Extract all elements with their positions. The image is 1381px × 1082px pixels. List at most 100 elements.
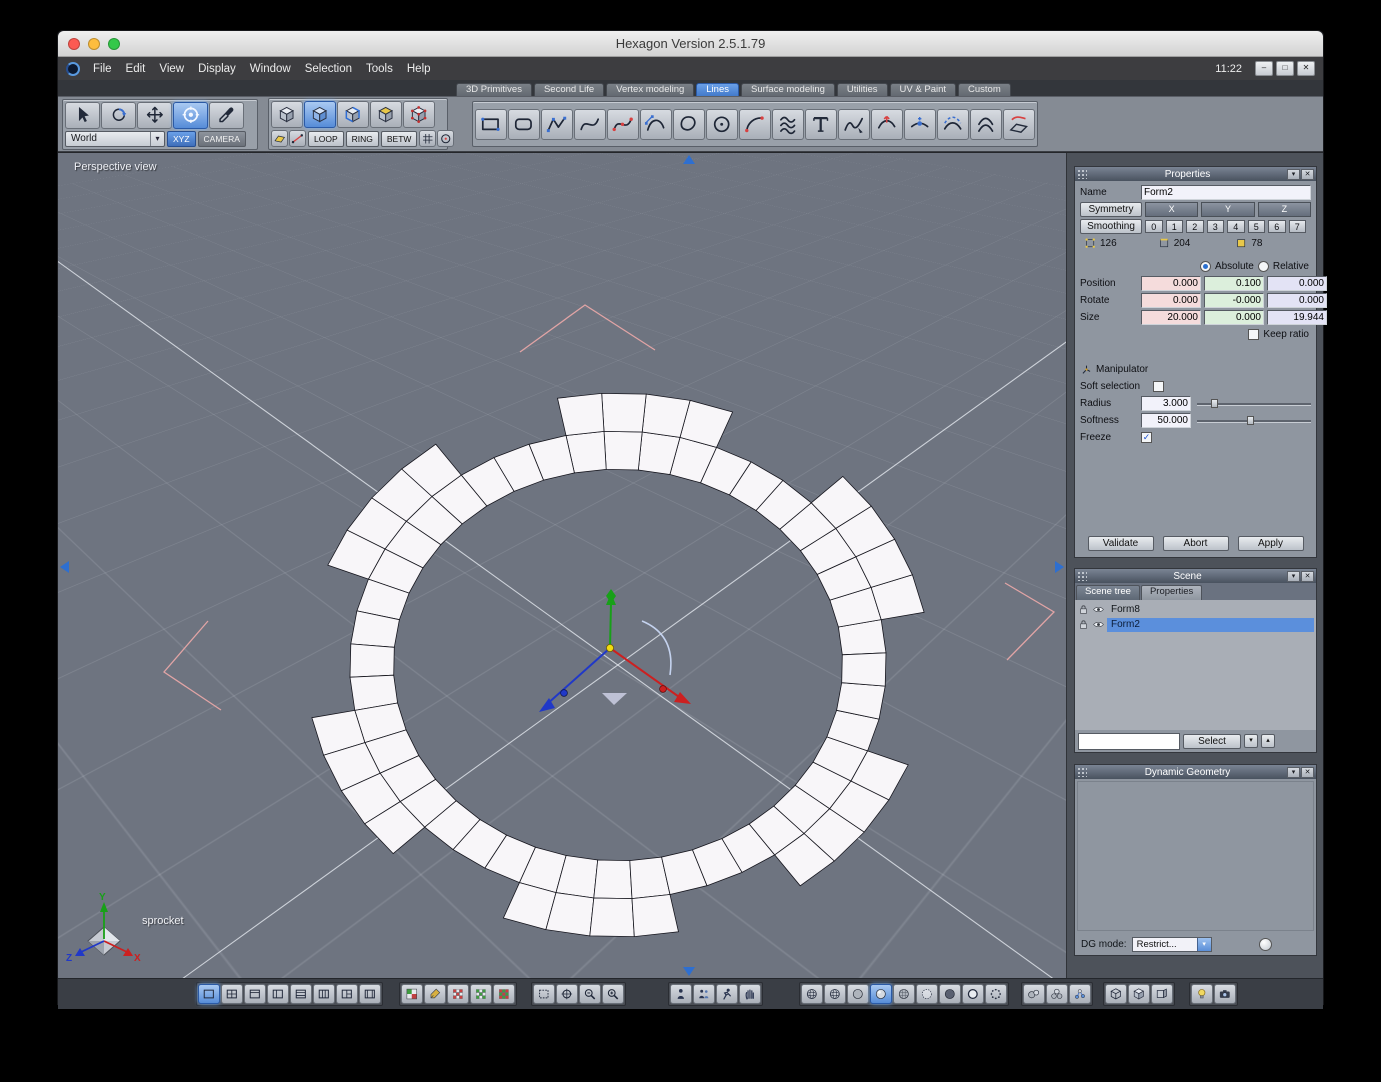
sphere-wire-icon[interactable] bbox=[801, 984, 823, 1004]
rounded-rectangle-tool-icon[interactable] bbox=[508, 108, 540, 140]
sphere-smooth-icon[interactable] bbox=[870, 984, 892, 1004]
select-dashed-icon[interactable] bbox=[533, 984, 555, 1004]
sphere-dark-icon[interactable] bbox=[939, 984, 961, 1004]
dg-collapse-button[interactable] bbox=[1287, 766, 1300, 778]
scene-collapse-button[interactable] bbox=[1287, 570, 1300, 582]
apply-button[interactable]: Apply bbox=[1237, 536, 1304, 551]
rotate-x-input[interactable] bbox=[1141, 293, 1201, 308]
panel-grip[interactable] bbox=[1077, 767, 1087, 777]
eye-icon[interactable] bbox=[1092, 618, 1105, 631]
softness-slider[interactable] bbox=[1197, 416, 1311, 425]
tab-utilities[interactable]: Utilities bbox=[836, 83, 888, 97]
camera-button[interactable]: CAMERA bbox=[197, 130, 246, 147]
smoothing-button[interactable]: Smoothing bbox=[1080, 219, 1142, 234]
pan-down-arrow-icon[interactable] bbox=[683, 967, 695, 976]
menu-view[interactable]: View bbox=[152, 63, 191, 75]
scene-header[interactable]: Scene bbox=[1075, 569, 1316, 583]
sphere-outline-icon[interactable] bbox=[962, 984, 984, 1004]
absolute-radio[interactable] bbox=[1199, 261, 1211, 272]
extract-curve-tool-icon[interactable] bbox=[937, 108, 969, 140]
size-z-input[interactable] bbox=[1267, 310, 1327, 325]
smoothing-level-3[interactable]: 3 bbox=[1206, 220, 1224, 233]
tab-custom[interactable]: Custom bbox=[958, 83, 1011, 97]
lamp-icon[interactable] bbox=[1191, 984, 1213, 1004]
smoothing-level-6[interactable]: 6 bbox=[1268, 220, 1286, 233]
smoothing-level-5[interactable]: 5 bbox=[1247, 220, 1265, 233]
dropdown-arrow-icon[interactable] bbox=[150, 131, 164, 146]
cube-object-icon[interactable] bbox=[271, 101, 303, 128]
layout-top-split-icon[interactable] bbox=[244, 984, 266, 1004]
panel-box-icon[interactable] bbox=[1151, 984, 1173, 1004]
spheres-three-icon[interactable] bbox=[1046, 984, 1068, 1004]
relative-radio[interactable] bbox=[1257, 261, 1269, 272]
offset-curve-tool-icon[interactable] bbox=[970, 108, 1002, 140]
scene-item-form8[interactable]: Form8 bbox=[1075, 602, 1316, 617]
layout-left-split-icon[interactable] bbox=[267, 984, 289, 1004]
layout-single-icon[interactable] bbox=[198, 984, 220, 1004]
material-green-icon[interactable] bbox=[470, 984, 492, 1004]
zoom-out-icon[interactable] bbox=[579, 984, 601, 1004]
molecule-icon[interactable] bbox=[1069, 984, 1091, 1004]
menu-selection[interactable]: Selection bbox=[298, 63, 359, 75]
snap-grid-icon[interactable] bbox=[419, 130, 437, 147]
sphere-flatwire-icon[interactable] bbox=[824, 984, 846, 1004]
tab-surface-modeling[interactable]: Surface modeling bbox=[740, 83, 835, 97]
snapshot-icon[interactable] bbox=[1214, 984, 1236, 1004]
soft-selection-checkbox[interactable] bbox=[1153, 381, 1164, 392]
menu-edit[interactable]: Edit bbox=[119, 63, 153, 75]
select-button[interactable]: Select bbox=[1183, 733, 1241, 749]
position-y-input[interactable] bbox=[1204, 276, 1264, 291]
tab-vertex-modeling[interactable]: Vertex modeling bbox=[606, 83, 695, 97]
closed-curve-tool-icon[interactable] bbox=[673, 108, 705, 140]
project-curve-tool-icon[interactable] bbox=[1003, 108, 1035, 140]
grab-icon[interactable] bbox=[739, 984, 761, 1004]
symmetry-button[interactable]: Symmetry bbox=[1080, 202, 1142, 217]
zoom-in-icon[interactable] bbox=[602, 984, 624, 1004]
dg-close-button[interactable] bbox=[1301, 766, 1314, 778]
radius-input[interactable] bbox=[1141, 396, 1191, 411]
dg-mode-dropdown[interactable]: Restrict... bbox=[1131, 936, 1212, 952]
sphere-textured-icon[interactable] bbox=[893, 984, 915, 1004]
edge-mode-icon[interactable] bbox=[289, 130, 306, 147]
avatar-icon[interactable] bbox=[670, 984, 692, 1004]
scene-spin-up-button[interactable] bbox=[1261, 734, 1275, 748]
position-x-input[interactable] bbox=[1141, 276, 1201, 291]
orbit-icon[interactable] bbox=[101, 101, 136, 129]
keep-ratio-checkbox[interactable] bbox=[1248, 329, 1260, 340]
cube-selected-icon[interactable] bbox=[304, 101, 336, 128]
smoothing-level-1[interactable]: 1 bbox=[1165, 220, 1183, 233]
panel-grip[interactable] bbox=[1077, 169, 1087, 179]
smoothing-level-2[interactable]: 2 bbox=[1186, 220, 1204, 233]
arc-tool-icon[interactable] bbox=[739, 108, 771, 140]
sphere-flat-icon[interactable] bbox=[847, 984, 869, 1004]
eye-icon[interactable] bbox=[1092, 603, 1105, 616]
properties-close-button[interactable] bbox=[1301, 168, 1314, 180]
scene-item-form2[interactable]: Form2 bbox=[1075, 617, 1316, 632]
dropdown-arrow-icon[interactable] bbox=[1196, 937, 1211, 951]
scene-search-input[interactable] bbox=[1078, 732, 1180, 750]
betw-button[interactable]: BETW bbox=[380, 130, 418, 147]
menu-display[interactable]: Display bbox=[191, 63, 243, 75]
pan-right-arrow-icon[interactable] bbox=[1055, 561, 1064, 573]
world-dropdown[interactable]: World bbox=[65, 130, 165, 147]
mac-minimize-button[interactable] bbox=[88, 37, 100, 50]
text-tool-icon[interactable] bbox=[805, 108, 837, 140]
softness-input[interactable] bbox=[1141, 413, 1191, 428]
radius-slider[interactable] bbox=[1197, 399, 1311, 408]
tab-lines[interactable]: Lines bbox=[696, 83, 739, 97]
lock-icon[interactable] bbox=[1077, 618, 1090, 631]
picker-icon[interactable] bbox=[209, 101, 244, 129]
scene-spin-down-button[interactable] bbox=[1244, 734, 1258, 748]
rotate-z-input[interactable] bbox=[1267, 293, 1327, 308]
properties-header[interactable]: Properties bbox=[1075, 167, 1316, 181]
scene-close-button[interactable] bbox=[1301, 570, 1314, 582]
ring-button[interactable]: RING bbox=[345, 130, 379, 147]
cube-faces-icon[interactable] bbox=[370, 101, 402, 128]
menu-file[interactable]: File bbox=[86, 63, 119, 75]
tab-3d-primitives[interactable]: 3D Primitives bbox=[456, 83, 532, 97]
close-button[interactable] bbox=[1297, 61, 1315, 76]
material-red-icon[interactable] bbox=[447, 984, 469, 1004]
tab-uv-paint[interactable]: UV & Paint bbox=[889, 83, 957, 97]
abort-button[interactable]: Abort bbox=[1162, 536, 1229, 551]
face-mode-icon[interactable] bbox=[271, 130, 288, 147]
